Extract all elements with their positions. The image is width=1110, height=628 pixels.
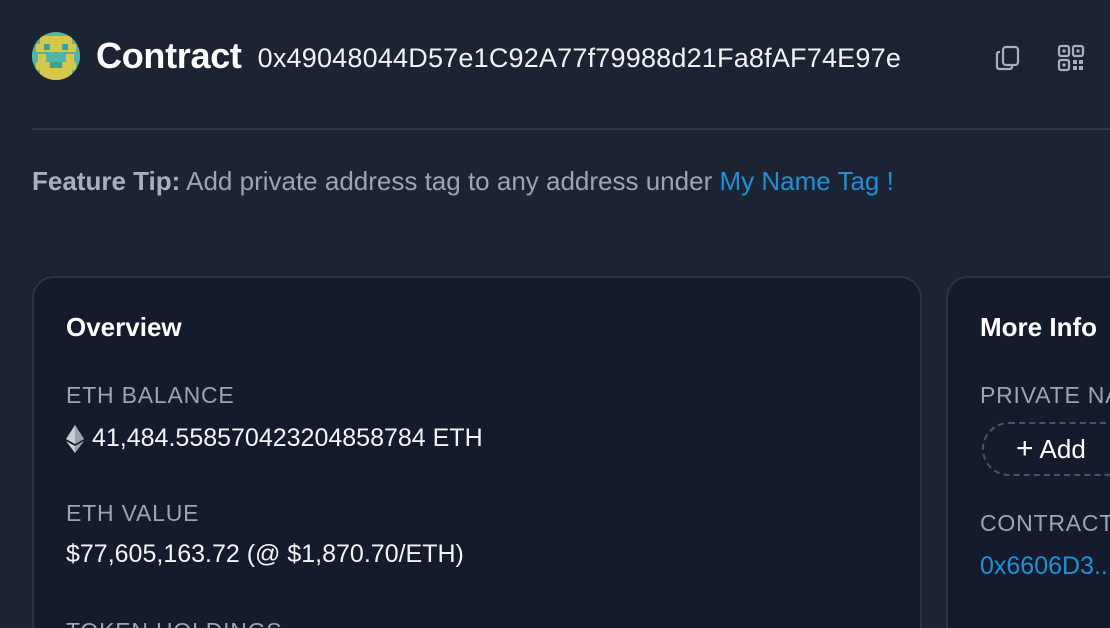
plus-icon: +	[1016, 432, 1034, 465]
eth-balance-value: 41,484.558570423204858784 ETH	[92, 424, 483, 452]
more-info-title: More Info	[980, 312, 1097, 342]
overview-title: Overview	[66, 312, 182, 342]
contract-creator-link[interactable]: 0x6606D3...	[980, 552, 1110, 581]
feature-tip-text: Add private address tag to any address u…	[180, 166, 720, 196]
header-divider	[32, 128, 1110, 130]
add-private-tag-button[interactable]: + Add	[982, 422, 1110, 476]
my-name-tag-link[interactable]: My Name Tag !	[719, 166, 893, 196]
token-holdings-label: TOKEN HOLDINGS	[66, 618, 283, 628]
qr-code-icon	[1057, 44, 1085, 72]
feature-tip: Feature Tip: Add private address tag to …	[32, 166, 894, 197]
page-title: Contract	[96, 35, 242, 76]
eth-value-label: ETH VALUE	[66, 500, 200, 526]
contract-avatar-icon	[32, 32, 80, 80]
ethereum-icon	[66, 424, 84, 453]
private-name-tags-label: PRIVATE NAME TAGS	[980, 382, 1110, 408]
qr-code-button[interactable]	[1055, 42, 1087, 74]
eth-value-value: $77,605,163.72 (@ $1,870.70/ETH)	[66, 540, 464, 568]
feature-tip-label: Feature Tip:	[32, 166, 181, 196]
page-header: Contract 0x49048044D57e1C92A77f79988d21F…	[32, 30, 901, 82]
eth-balance-row: 41,484.558570423204858784 ETH	[66, 424, 483, 453]
more-info-card: More Info PRIVATE NAME TAGS + Add CONTRA…	[946, 276, 1110, 628]
add-button-label: Add	[1039, 433, 1086, 464]
contract-address: 0x49048044D57e1C92A77f79988d21Fa8fAF74E9…	[257, 42, 902, 73]
overview-card: Overview ETH BALANCE 41,484.558570423204…	[32, 276, 922, 628]
copy-icon	[995, 45, 1020, 71]
page: Contract 0x49048044D57e1C92A77f79988d21F…	[0, 0, 1110, 628]
contract-creator-label: CONTRACT CREATOR:	[980, 510, 1110, 536]
copy-address-button[interactable]	[992, 42, 1024, 74]
eth-balance-label: ETH BALANCE	[66, 382, 235, 408]
